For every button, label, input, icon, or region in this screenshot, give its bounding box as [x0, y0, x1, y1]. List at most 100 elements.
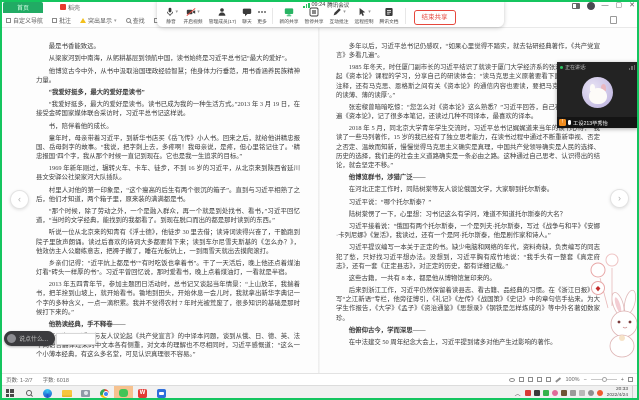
zoom-in-button[interactable]: + [621, 377, 624, 383]
doc-paragraph: 在河北正定工作时，同陆树棠等友人谈论俄国文学，大家聊到托尔斯泰。 [336, 185, 600, 194]
doc-paragraph: 听说一位从北京来的知青有《浮士德》，他徒步 30 里去借；读诗词读得兴奋了，干脆… [36, 228, 300, 255]
taskbar-wps[interactable]: W [133, 386, 152, 400]
rabbit-illustration [574, 238, 639, 358]
clock-date: 2022/4/24 [607, 393, 628, 399]
toolbar-item-comment[interactable]: 批注 [52, 16, 71, 25]
participant-name-bar: ! 工设213毕秀怡 [557, 117, 638, 128]
close-button[interactable]: ✕ [629, 0, 635, 12]
doc-paragraph: 后来到浙江工作，习近平仍然保留着读县志、看古籍、品经典的习惯。在《浙江日报》撰写… [336, 286, 600, 322]
taskbar-edge[interactable] [38, 386, 57, 400]
participant-name: 工设213毕秀怡 [573, 119, 608, 127]
reading-toolbar: 自定义导航 批注 突出显示▾ 查找 白板▾ [6, 14, 177, 27]
previous-page-button[interactable]: ‹ [10, 190, 29, 209]
toolbar-item-find[interactable]: 查找 [126, 16, 145, 25]
tencent-docs-button[interactable]: 腾讯文档 [377, 7, 402, 25]
taskbar-wechat-active[interactable] [114, 386, 133, 400]
doc-paragraph: 习近平说：“哪个托尔斯泰？” [336, 198, 600, 207]
edge-icon [43, 389, 52, 398]
more-button[interactable]: 更多 [254, 7, 269, 25]
docs-icon [384, 7, 394, 17]
doc-section-heading: 他俯仰古今，学而深思—— [336, 326, 600, 335]
start-button[interactable] [0, 386, 19, 400]
scroll-view-icon[interactable] [528, 377, 533, 382]
network-icon[interactable] [579, 390, 585, 396]
mute-button[interactable]: ▾ 静音 [162, 7, 181, 25]
fullscreen-icon[interactable] [628, 377, 633, 382]
remote-control-button[interactable]: ▾ 远程控制 [352, 7, 377, 25]
settings-gear-icon[interactable] [588, 390, 594, 396]
meeting-video-panel[interactable]: 正在讲话: ! 工设213毕秀怡 [557, 62, 638, 128]
toolbar-item-highlight[interactable]: 突出显示▾ [80, 16, 117, 25]
doc-paragraph: “我爱好挺多，最大的爱好是读书。读书已成为我的一种生活方式。”2013 年 3 … [36, 100, 300, 118]
participant-avatar [582, 77, 613, 108]
taskbar-file-explorer[interactable] [57, 386, 76, 400]
doc-paragraph: 他博览古今中外，从书中汲取治国理政经验智慧；他身体力行垂范，用书香涵养民族精神力… [36, 67, 300, 85]
tencent-meeting-icon [157, 389, 166, 398]
next-page-button[interactable]: › [610, 189, 629, 208]
tray-icon-briefcase[interactable] [561, 390, 567, 396]
search-icon [126, 18, 131, 23]
video-panel-header: 正在讲话: [557, 62, 638, 72]
pause-share-button[interactable]: 暂停共享 [301, 7, 326, 25]
docer-icon [60, 4, 66, 10]
zoom-out-button[interactable]: − [584, 377, 587, 383]
end-share-button[interactable]: 结束共享 [414, 10, 456, 25]
pause-share-icon [309, 7, 319, 17]
comment-icon [52, 18, 57, 23]
taskbar-search-button[interactable] [19, 386, 38, 400]
taskbar-tencent-meeting[interactable] [152, 386, 171, 400]
zoom-slider[interactable] [591, 379, 617, 380]
doc-paragraph: “那个时候，除了劳动之外，一个是融入群众，再一个就是到处找书、看书，”习近平回忆… [36, 207, 300, 225]
remote-control-icon [357, 7, 367, 17]
taskbar-clock[interactable]: 20:33 2022/4/24 [607, 387, 628, 398]
toolbar-item-navigation[interactable]: 自定义导航 [6, 16, 43, 25]
chevron-down-icon[interactable]: ▾ [197, 9, 200, 15]
chat-button[interactable]: 聊天 [239, 7, 254, 25]
emoji-icon[interactable] [7, 334, 16, 343]
reading-layout-icon[interactable] [572, 3, 580, 9]
sidebar-toggle-icon[interactable] [610, 16, 617, 24]
more-icon [257, 7, 267, 17]
account-avatar[interactable] [587, 2, 595, 10]
tray-icon-pink[interactable] [552, 390, 558, 396]
show-desktop-button[interactable] [632, 386, 635, 400]
tray-icon-dark[interactable] [534, 390, 540, 396]
eye-protection-icon[interactable] [509, 378, 515, 382]
zoom-slider-knob[interactable] [602, 377, 607, 382]
restore-button[interactable]: ▢ [616, 0, 623, 12]
pen-tool-icon[interactable] [556, 377, 562, 382]
document-canvas[interactable]: 最是书香能致远。 从梁家河到中南海，从躬耕基层到领航中国，读书始终是习近平总书记… [0, 28, 639, 373]
tray-expand-icon[interactable]: ︿ [515, 389, 521, 398]
tray-icon-security[interactable] [597, 390, 603, 396]
manage-members-button[interactable]: 管理成员(17) [206, 7, 240, 25]
taskbar-camera[interactable] [76, 386, 95, 400]
mic-on-icon [568, 120, 571, 125]
minimize-button[interactable]: — [602, 0, 609, 12]
annotation-button[interactable]: ▾ 互动批注 [327, 7, 352, 25]
meeting-control-bar: 09:24 腾讯会议 ▾ 静音 ▾ 开启视频 管理成员(17) 聊天 更多 [157, 0, 504, 27]
double-page-view-icon[interactable] [537, 377, 542, 382]
windows-taskbar: W ︿ 20:33 2022/4/24 [0, 385, 639, 400]
ime-candidate-box [56, 333, 96, 345]
chevron-down-icon[interactable]: ▾ [343, 9, 346, 15]
navigation-icon [6, 18, 11, 23]
tab-docer-label: 稻壳 [68, 3, 80, 12]
single-page-view-icon[interactable] [519, 377, 524, 382]
quick-chat-placeholder: 说点什么... [19, 334, 48, 343]
annotation-icon [332, 7, 342, 17]
tray-icon-green[interactable] [543, 390, 549, 396]
chevron-down-icon[interactable]: ▾ [176, 9, 179, 15]
chrome-icon [100, 389, 109, 398]
new-share-icon [284, 7, 294, 17]
tab-docer[interactable]: 稻壳 [55, 2, 85, 13]
book-view-icon[interactable] [546, 377, 551, 382]
tray-icon-red[interactable] [525, 390, 531, 396]
chevron-down-icon[interactable]: ▾ [368, 9, 371, 15]
taskbar-chrome[interactable] [95, 386, 114, 400]
tab-home[interactable]: 首页 [3, 2, 43, 13]
new-share-button[interactable]: 新的共享 [276, 7, 301, 25]
speaker-icon[interactable] [570, 390, 576, 396]
wps-icon: W [138, 389, 147, 398]
start-video-button[interactable]: ▾ 开启视频 [181, 7, 206, 25]
quick-chat-bar[interactable]: 说点什么... [4, 331, 96, 346]
